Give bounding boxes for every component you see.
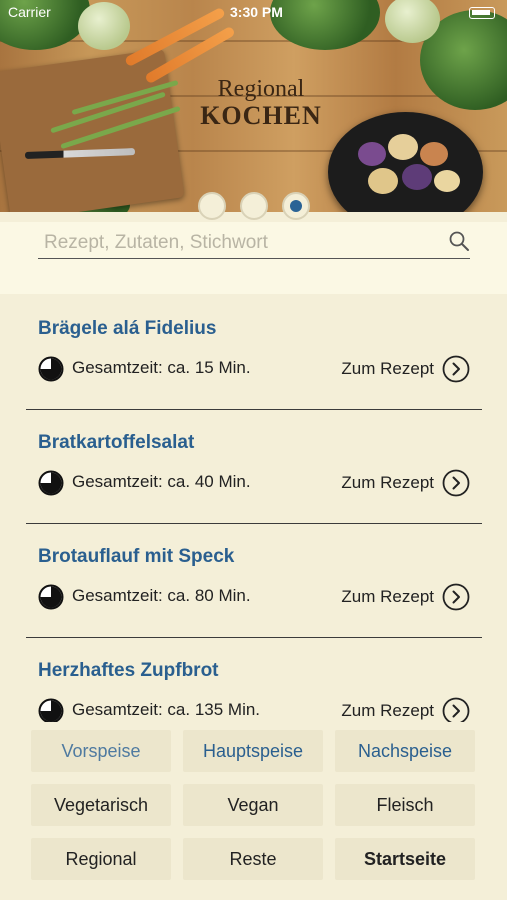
status-time: 3:30 PM xyxy=(230,4,283,20)
recipe-time: Gesamtzeit: ca. 40 Min. xyxy=(72,472,251,491)
search-input[interactable] xyxy=(38,228,470,259)
hero-banner: Regional KOCHEN Carrier 3:30 PM xyxy=(0,0,507,212)
potato-image xyxy=(368,168,398,194)
category-regional-button[interactable]: Regional xyxy=(31,838,171,880)
category-hauptspeise-button[interactable]: Hauptspeise xyxy=(183,730,323,772)
open-recipe-button[interactable]: Zum Rezept xyxy=(341,582,470,612)
app-logo: Regional KOCHEN xyxy=(196,76,326,130)
category-reste-button[interactable]: Reste xyxy=(183,838,323,880)
category-fleisch-button[interactable]: Fleisch xyxy=(335,784,475,826)
open-recipe-label[interactable]: Zum Rezept xyxy=(341,701,434,721)
open-recipe-label[interactable]: Zum Rezept xyxy=(341,473,434,493)
carrier-label: Carrier xyxy=(8,4,51,20)
page-indicator xyxy=(0,192,507,222)
chevron-right-icon[interactable] xyxy=(442,355,470,383)
chevron-right-icon[interactable] xyxy=(442,583,470,611)
startseite-button[interactable]: Startseite xyxy=(335,838,475,880)
open-recipe-button[interactable]: Zum Rezept xyxy=(341,696,470,724)
page-dot-2[interactable] xyxy=(240,192,268,220)
recipe-item[interactable]: Brotauflauf mit Speck Gesamtzeit: ca. 80… xyxy=(26,524,482,638)
open-recipe-button[interactable]: Zum Rezept xyxy=(341,354,470,384)
potato-image xyxy=(388,134,418,160)
logo-line2: KOCHEN xyxy=(200,101,322,130)
category-grid: Vorspeise Hauptspeise Nachspeise Vegetar… xyxy=(0,722,507,900)
logo-line1: Regional xyxy=(217,76,305,102)
open-recipe-label[interactable]: Zum Rezept xyxy=(341,587,434,607)
category-vegan-button[interactable]: Vegan xyxy=(183,784,323,826)
chevron-right-icon[interactable] xyxy=(442,469,470,497)
potato-image xyxy=(402,164,432,190)
recipe-list[interactable]: Brägele alá Fidelius Gesamtzeit: ca. 15 … xyxy=(0,296,507,724)
recipe-item[interactable]: Bratkartoffelsalat Gesamtzeit: ca. 40 Mi… xyxy=(26,410,482,524)
open-recipe-button[interactable]: Zum Rezept xyxy=(341,468,470,498)
chevron-right-icon[interactable] xyxy=(442,697,470,724)
category-vorspeise-button[interactable]: Vorspeise xyxy=(31,730,171,772)
open-recipe-label[interactable]: Zum Rezept xyxy=(341,359,434,379)
clock-icon xyxy=(38,470,64,496)
recipe-title[interactable]: Bratkartoffelsalat xyxy=(38,432,194,454)
clock-icon xyxy=(38,584,64,610)
category-nachspeise-button[interactable]: Nachspeise xyxy=(335,730,475,772)
potato-image xyxy=(420,142,448,166)
clock-icon xyxy=(38,698,64,724)
potato-image xyxy=(358,142,386,166)
potato-image xyxy=(434,170,460,192)
recipe-title[interactable]: Herzhaftes Zupfbrot xyxy=(38,660,219,682)
recipe-title[interactable]: Brotauflauf mit Speck xyxy=(38,546,234,568)
recipe-time: Gesamtzeit: ca. 15 Min. xyxy=(72,358,251,377)
page-dot-3-active[interactable] xyxy=(282,192,310,220)
recipe-item[interactable]: Herzhaftes Zupfbrot Gesamtzeit: ca. 135 … xyxy=(26,638,482,724)
recipe-time: Gesamtzeit: ca. 135 Min. xyxy=(72,700,261,719)
battery-icon xyxy=(469,7,495,19)
search-icon[interactable] xyxy=(448,230,470,252)
page-dot-1[interactable] xyxy=(198,192,226,220)
recipe-time: Gesamtzeit: ca. 80 Min. xyxy=(72,586,251,605)
recipe-title[interactable]: Brägele alá Fidelius xyxy=(38,318,216,340)
status-bar: Carrier 3:30 PM xyxy=(8,4,499,24)
recipe-item[interactable]: Brägele alá Fidelius Gesamtzeit: ca. 15 … xyxy=(26,296,482,410)
search-bar xyxy=(0,222,507,294)
category-vegetarisch-button[interactable]: Vegetarisch xyxy=(31,784,171,826)
clock-icon xyxy=(38,356,64,382)
